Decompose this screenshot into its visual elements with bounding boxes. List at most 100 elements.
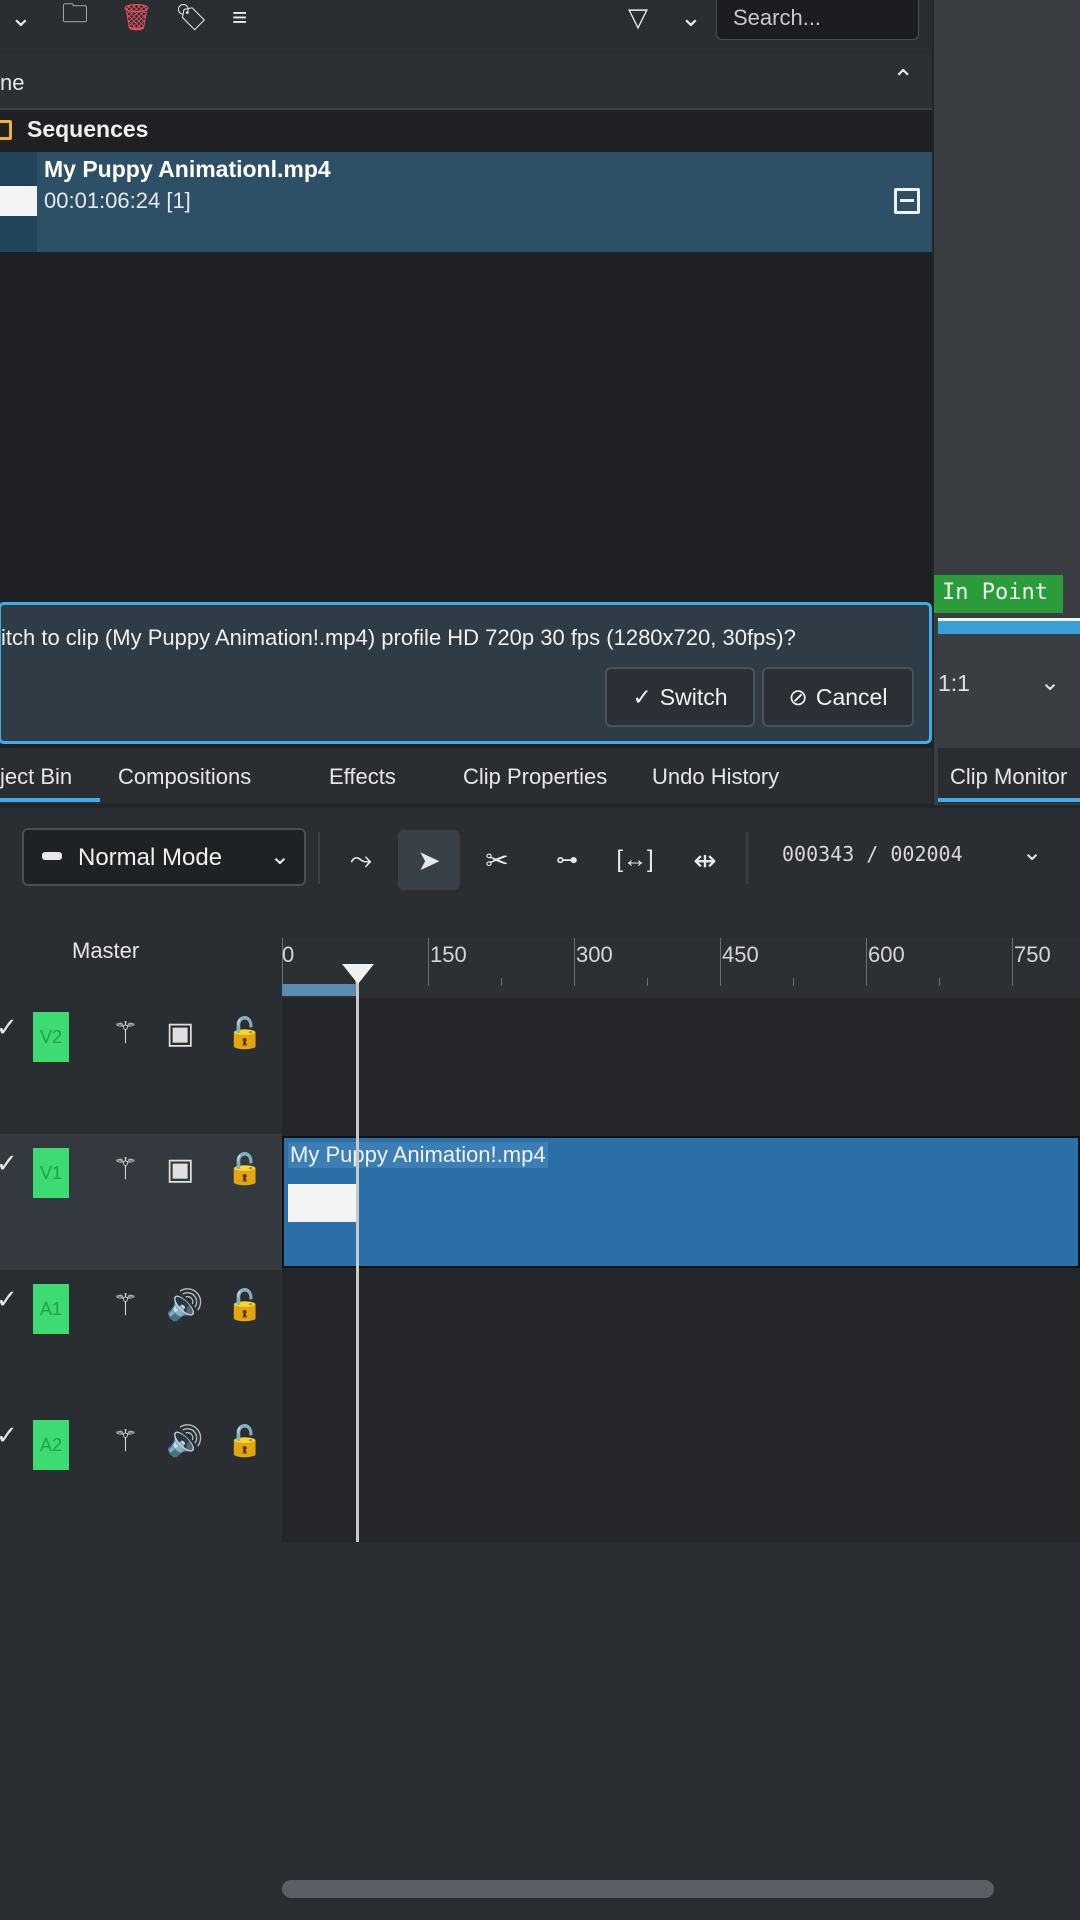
tab-compositions[interactable]: Compositions [118, 764, 251, 790]
select-tool-icon[interactable]: ➤ [398, 830, 460, 890]
track-v2: ✓ V2 ⚚ ▣ 🔓 [0, 998, 1080, 1134]
tab-clip-monitor[interactable]: Clip Monitor [938, 748, 1080, 804]
search-input[interactable]: Search... [716, 0, 919, 40]
effects-wand-icon[interactable]: ⚚ [112, 1424, 139, 1459]
track-lane-a1[interactable] [282, 1270, 1080, 1406]
track-header-v2: ✓ V2 ⚚ ▣ 🔓 [0, 998, 282, 1134]
track-header-a1: ✓ A1 ⚚ 🔊 🔓 [0, 1270, 282, 1406]
clip-duration: 00:01:06:24 [1] [44, 188, 191, 213]
monitor-ruler[interactable] [938, 618, 1080, 634]
ruler-label: 450 [722, 942, 759, 967]
timeline-clip-thumbnail [288, 1184, 356, 1222]
effects-wand-icon[interactable]: ⚚ [112, 1016, 139, 1051]
delete-icon[interactable]: 🗑 [120, 2, 153, 32]
horizontal-scrollbar[interactable] [282, 1880, 994, 1898]
menu-icon[interactable]: ≡ [232, 2, 247, 32]
zoom-select[interactable]: 1:1 [938, 670, 970, 697]
check-icon[interactable]: ✓ [0, 1012, 18, 1043]
ruler-minor-tick [647, 978, 648, 986]
ruler-label: 750 [1014, 942, 1051, 967]
timeline-ruler[interactable]: 0 150 300 450 600 750 [282, 938, 1080, 998]
timeline-empty-area [0, 1544, 1080, 1920]
check-icon[interactable]: ✓ [0, 1420, 18, 1451]
spacer-gap-tool-icon[interactable]: ⊶ [536, 830, 598, 890]
switch-button[interactable]: ✓ Switch [605, 667, 755, 727]
filter-icon[interactable]: ▽ [628, 2, 648, 32]
effects-wand-icon[interactable]: ⚚ [112, 1288, 139, 1323]
speaker-icon[interactable]: 🔊 [166, 1288, 203, 1323]
tab-undo-history[interactable]: Undo History [652, 764, 779, 790]
slip-tool-icon[interactable]: ⇹ [674, 830, 736, 890]
track-tag-v2[interactable]: V2 [33, 1012, 69, 1062]
timeline-clip[interactable]: My Puppy Animation!.mp4 [282, 1136, 1080, 1268]
timeline-zone-bar[interactable] [282, 984, 356, 996]
track-lane-a2[interactable] [282, 1406, 1080, 1542]
track-a1: ✓ A1 ⚚ 🔊 🔓 [0, 1270, 1080, 1406]
ruler-minor-tick [793, 978, 794, 986]
track-tag-v1[interactable]: V1 [33, 1148, 69, 1198]
timeline-clip-name: My Puppy Animation!.mp4 [288, 1142, 548, 1168]
edit-mode-select[interactable]: Normal Mode ⌄ [22, 828, 306, 886]
track-tag-a2[interactable]: A2 [33, 1420, 69, 1470]
ruler-tick [1012, 938, 1013, 986]
playhead-marker[interactable] [342, 964, 374, 984]
track-lane-v2[interactable] [282, 998, 1080, 1134]
ruler-tick [428, 938, 429, 986]
ruler-label: 150 [430, 942, 467, 967]
tab-project-bin[interactable]: ject Bin [0, 764, 72, 790]
chevron-down-icon: ⌄ [269, 843, 290, 870]
clip-name: My Puppy Animationl.mp4 [44, 156, 331, 182]
lock-icon[interactable]: 🔓 [226, 1152, 263, 1187]
ripple-tool-icon[interactable]: [↔] [604, 830, 666, 890]
track-header-v1: ✓ V1 ⚚ ▣ 🔓 [0, 1134, 282, 1270]
profile-switch-banner: itch to clip (My Puppy Animation!.mp4) p… [0, 602, 932, 744]
cancel-button-label: Cancel [815, 683, 888, 710]
check-icon[interactable]: ✓ [0, 1284, 18, 1315]
filter-chevron-icon[interactable]: ⌄ [680, 2, 702, 32]
ruler-label: 0 [282, 942, 295, 967]
ruler-tick [574, 938, 575, 986]
dock-tab-bar: ject Bin Compositions Effects Clip Prope… [0, 748, 932, 804]
active-tab-indicator [0, 798, 100, 802]
effects-wand-icon[interactable]: ⚚ [112, 1152, 139, 1187]
track-a2: ✓ A2 ⚚ 🔊 🔓 [0, 1406, 1080, 1542]
film-icon[interactable]: ▣ [166, 1152, 194, 1187]
mode-icon [42, 852, 62, 860]
cancel-button[interactable]: ⊘ Cancel [762, 667, 914, 727]
chevron-down-icon[interactable]: ⌄ [1022, 838, 1042, 867]
ruler-minor-tick [939, 978, 940, 986]
lock-icon[interactable]: 🔓 [226, 1288, 263, 1323]
speaker-icon[interactable]: 🔊 [166, 1424, 203, 1459]
toolbar-separator [318, 832, 320, 884]
razor-tool-icon[interactable]: ✂ [466, 830, 528, 890]
chevron-down-icon[interactable]: ⌄ [10, 2, 32, 32]
column-name-label: ne [0, 70, 25, 95]
ruler-tick [720, 938, 721, 986]
banner-message: itch to clip (My Puppy Animation!.mp4) p… [1, 625, 796, 650]
folder-icon [0, 120, 12, 140]
chevron-up-icon[interactable]: ⌃ [892, 64, 914, 95]
lock-icon[interactable]: 🔓 [226, 1016, 263, 1051]
track-tag-a1[interactable]: A1 [33, 1284, 69, 1334]
clip-monitor-tab-label: Clip Monitor [950, 764, 1068, 789]
active-tab-indicator [938, 798, 1080, 802]
toolbar-separator [746, 832, 748, 884]
playhead-line[interactable] [356, 974, 359, 1542]
spacer-tool-icon[interactable]: ⤳ [330, 830, 392, 890]
tab-effects[interactable]: Effects [329, 764, 396, 790]
add-folder-icon[interactable]: 🗀 [62, 0, 88, 32]
chevron-down-icon[interactable]: ⌄ [1040, 668, 1060, 697]
ruler-minor-tick [501, 978, 502, 986]
master-label: Master [72, 938, 140, 963]
tab-clip-properties[interactable]: Clip Properties [463, 764, 607, 790]
folder-item-sequences[interactable]: Sequences [0, 112, 932, 152]
ruler-tick [866, 938, 867, 986]
tag-icon[interactable]: 🏷 [175, 2, 208, 32]
timecode-display[interactable]: 000343 / 002004 [782, 842, 963, 866]
bin-clip-item[interactable]: My Puppy Animationl.mp4 00:01:06:24 [1] [0, 152, 932, 252]
check-icon[interactable]: ✓ [0, 1148, 18, 1179]
film-icon[interactable]: ▣ [166, 1016, 194, 1051]
in-point-label: In Point [934, 575, 1063, 613]
lock-icon[interactable]: 🔓 [226, 1424, 263, 1459]
bin-column-header[interactable]: ne ⌃ [0, 54, 932, 110]
